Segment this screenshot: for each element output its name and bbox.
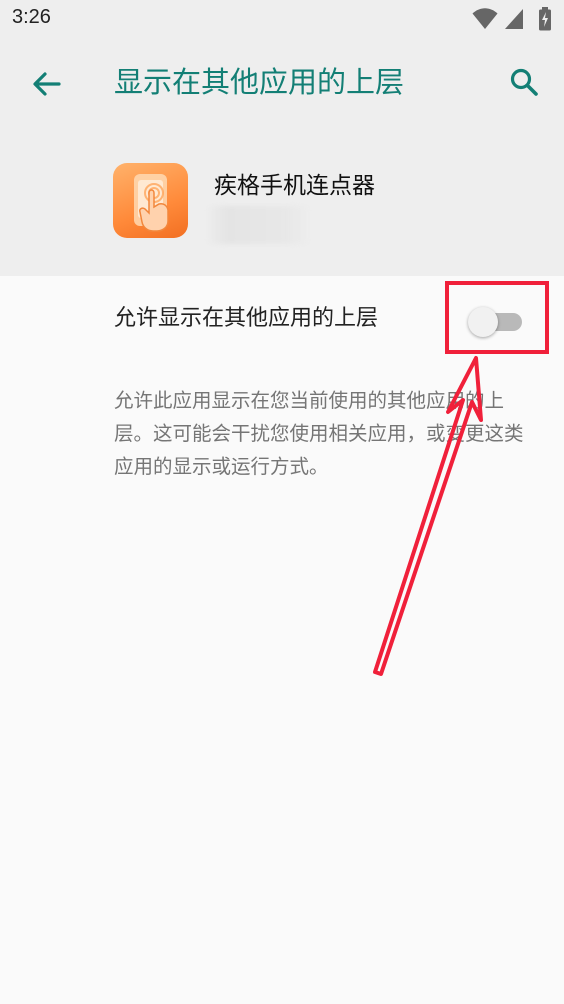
page-title: 显示在其他应用的上层 (114, 65, 405, 99)
signal-icon (505, 9, 523, 29)
app-header: 疾格手机连点器 (0, 128, 564, 276)
search-icon (510, 68, 538, 96)
search-button[interactable] (502, 60, 546, 104)
battery-icon (539, 7, 551, 31)
app-name: 疾格手机连点器 (214, 173, 375, 199)
permission-label: 允许显示在其他应用的上层 (114, 306, 379, 331)
permission-description: 允许此应用显示在您当前使用的其他应用的上层。这可能会干扰您使用相关应用，或变更这… (114, 389, 524, 478)
toggle-thumb (468, 307, 498, 337)
arrow-back-icon (33, 72, 61, 96)
app-version-blurred (206, 206, 310, 244)
back-button[interactable] (24, 62, 68, 106)
permission-row[interactable]: 允许显示在其他应用的上层 (0, 276, 564, 366)
status-time: 3:26 (12, 6, 51, 28)
wifi-icon (472, 8, 498, 29)
permission-toggle[interactable] (468, 307, 524, 337)
settings-screen: 3:26 显示在其他应用的上层 疾格手机连点器 允许显示在其他应用的上层 允许此… (0, 0, 564, 1004)
app-icon (113, 163, 188, 238)
app-bar: 显示在其他应用的上层 (0, 38, 564, 128)
status-bar: 3:26 (0, 0, 564, 38)
